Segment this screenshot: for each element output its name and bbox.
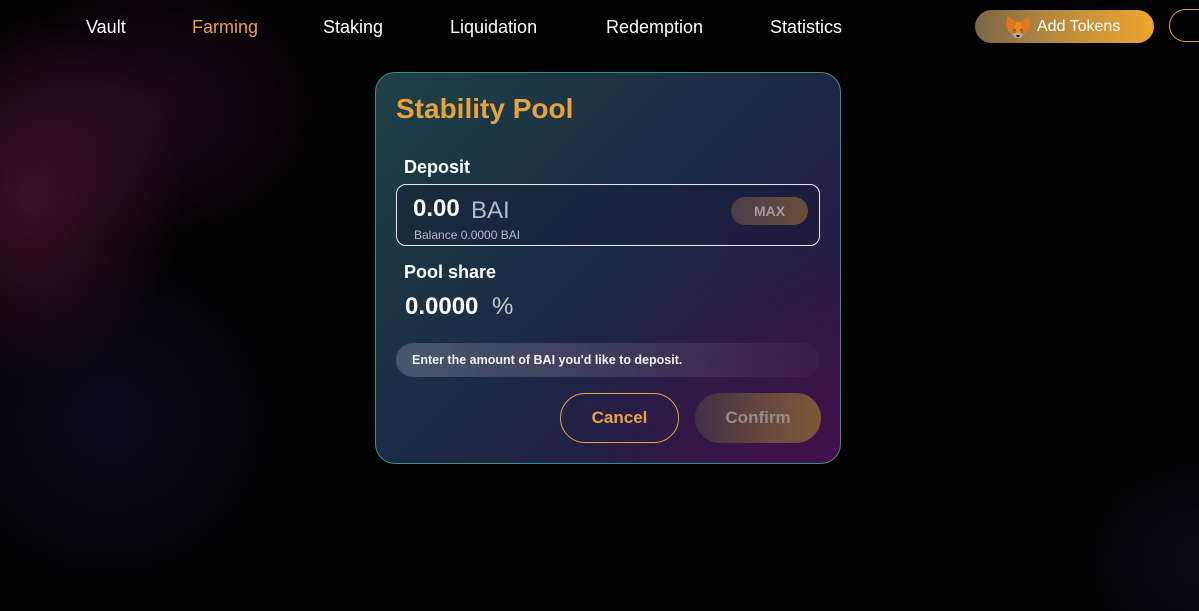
hint-bar: Enter the amount of BAI you'd like to de… (396, 343, 820, 377)
nav-item-liquidation[interactable]: Liquidation (450, 16, 537, 38)
balance-text: Balance 0.0000 BAI (414, 228, 521, 242)
metamask-fox-icon (1006, 15, 1030, 38)
deposit-token-unit: BAI (471, 197, 510, 224)
pool-share-label: Pool share (404, 262, 497, 282)
nav-item-staking[interactable]: Staking (323, 16, 383, 38)
hint-text: Enter the amount of BAI you'd like to de… (412, 353, 683, 367)
deposit-input-box: BAI Balance 0.0000 BAI MAX (396, 184, 820, 246)
nav-item-statistics[interactable]: Statistics (770, 16, 842, 38)
card-title: Stability Pool (396, 93, 574, 124)
add-tokens-button[interactable]: Add Tokens (975, 10, 1154, 43)
nav-item-farming[interactable]: Farming (192, 16, 258, 38)
pool-share-unit: % (492, 293, 514, 320)
deposit-label: Deposit (404, 157, 471, 177)
nav-item-vault[interactable]: Vault (86, 16, 126, 38)
confirm-button[interactable]: Confirm (695, 393, 821, 443)
nav-item-redemption[interactable]: Redemption (606, 16, 703, 38)
max-button[interactable]: MAX (731, 197, 808, 225)
wallet-button[interactable] (1169, 9, 1199, 42)
pool-share-value: 0.0000 (405, 293, 479, 320)
add-tokens-label: Add Tokens (1037, 17, 1121, 35)
deposit-amount-input[interactable] (413, 195, 468, 223)
stability-pool-card: Stability Pool Deposit BAI Balance 0.000… (375, 72, 841, 464)
cancel-button[interactable]: Cancel (560, 393, 679, 443)
